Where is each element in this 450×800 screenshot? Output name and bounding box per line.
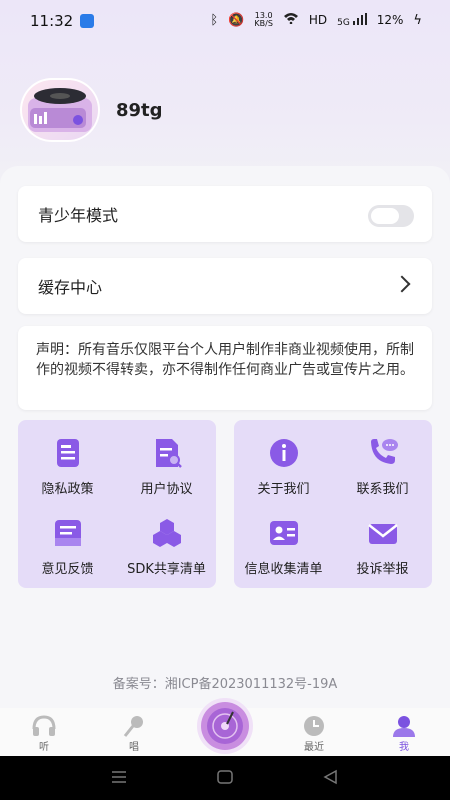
tab-sing-label: 唱 <box>129 742 139 753</box>
user-icon <box>393 716 415 737</box>
phone-chat-icon <box>370 439 398 464</box>
about-us-label: 关于我们 <box>257 482 310 497</box>
app-notification-icon <box>80 14 94 28</box>
tab-listen-label: 听 <box>39 742 49 753</box>
cache-center-row[interactable]: 缓存中心 <box>18 258 432 314</box>
icp-record: 备案号：湘ICP备2023011132号-19A <box>112 677 338 692</box>
home-nav-icon[interactable] <box>216 768 234 786</box>
user-agreement-label: 用户协议 <box>140 482 193 497</box>
youth-mode-toggle[interactable] <box>368 205 414 227</box>
menu-nav-icon[interactable] <box>110 768 128 786</box>
headphones-icon <box>32 715 56 736</box>
feedback-label: 意见反馈 <box>41 562 94 577</box>
toggle-knob <box>371 208 399 224</box>
info-collection-list-label: 信息收集清单 <box>244 562 323 577</box>
contact-us-label: 联系我们 <box>356 482 409 497</box>
document-icon <box>56 439 79 467</box>
mail-icon <box>367 524 398 544</box>
sdk-share-list-label: SDK共享清单 <box>127 562 206 577</box>
complaint-report-item[interactable]: 投诉举报 <box>333 516 432 577</box>
tab-recent[interactable]: 最近 <box>284 714 344 753</box>
network-speed: 13.0 KB/S <box>254 11 273 28</box>
profile-header[interactable]: 89tg <box>20 78 163 142</box>
tab-listen[interactable]: 听 <box>14 714 74 753</box>
clock-icon <box>304 716 324 736</box>
agreement-icon <box>155 439 182 468</box>
record-disc-icon <box>207 708 243 744</box>
tab-me-label: 我 <box>399 742 409 753</box>
user-agreement-item[interactable]: 用户协议 <box>117 436 216 497</box>
bluetooth-icon: ᛒ <box>210 12 219 28</box>
info-icon <box>269 439 298 467</box>
bottom-tab-bar: 听 唱 最近 我 <box>0 702 450 756</box>
feedback-icon <box>54 520 81 546</box>
microphone-icon <box>123 716 143 737</box>
charging-icon: ϟ <box>413 12 422 28</box>
mute-icon: 🔕 <box>228 12 245 28</box>
tab-me[interactable]: 我 <box>374 714 434 753</box>
youth-mode-label: 青少年模式 <box>38 206 119 225</box>
tab-record[interactable] <box>201 702 249 750</box>
back-nav-icon[interactable] <box>322 768 340 786</box>
username: 89tg <box>116 99 163 121</box>
right-links-card: 关于我们 联系我们 信息收集清单 投诉举报 <box>234 420 432 588</box>
about-us-item[interactable]: 关于我们 <box>234 436 333 497</box>
status-time: 11:32 <box>30 12 74 30</box>
privacy-policy-label: 隐私政策 <box>41 482 94 497</box>
feedback-item[interactable]: 意见反馈 <box>18 516 117 577</box>
status-icons: ᛒ 🔕 13.0 KB/S HD 5G 12% ϟ <box>210 12 422 28</box>
left-links-card: 隐私政策 用户协议 意见反馈 SDK共享清单 <box>18 420 216 588</box>
status-bar: 11:32 ᛒ 🔕 13.0 KB/S HD 5G 12% ϟ <box>0 0 450 42</box>
id-card-icon <box>269 521 298 545</box>
system-navigation-bar <box>0 756 450 800</box>
sdk-cubes-icon <box>152 519 181 547</box>
battery-level: 12% <box>376 13 404 27</box>
privacy-policy-item[interactable]: 隐私政策 <box>18 436 117 497</box>
tab-sing[interactable]: 唱 <box>104 714 164 753</box>
cache-center-label: 缓存中心 <box>38 278 103 297</box>
complaint-report-label: 投诉举报 <box>356 562 409 577</box>
tab-recent-label: 最近 <box>304 742 324 753</box>
wifi-icon <box>283 12 299 28</box>
disclaimer-notice: 声明：所有音乐仅限平台个人用户制作非商业视频使用，所制作的视频不得转卖，亦不得制… <box>18 326 432 410</box>
contact-us-item[interactable]: 联系我们 <box>333 436 432 497</box>
sdk-share-list-item[interactable]: SDK共享清单 <box>117 516 216 577</box>
avatar[interactable] <box>20 78 100 142</box>
info-collection-list-item[interactable]: 信息收集清单 <box>234 516 333 577</box>
youth-mode-row[interactable]: 青少年模式 <box>18 186 432 242</box>
disclaimer-text: 声明：所有音乐仅限平台个人用户制作非商业视频使用，所制作的视频不得转卖，亦不得制… <box>36 342 414 378</box>
signal-icon: 5G <box>337 12 367 28</box>
chevron-right-icon <box>393 275 411 293</box>
hd-indicator: HD <box>308 13 328 27</box>
